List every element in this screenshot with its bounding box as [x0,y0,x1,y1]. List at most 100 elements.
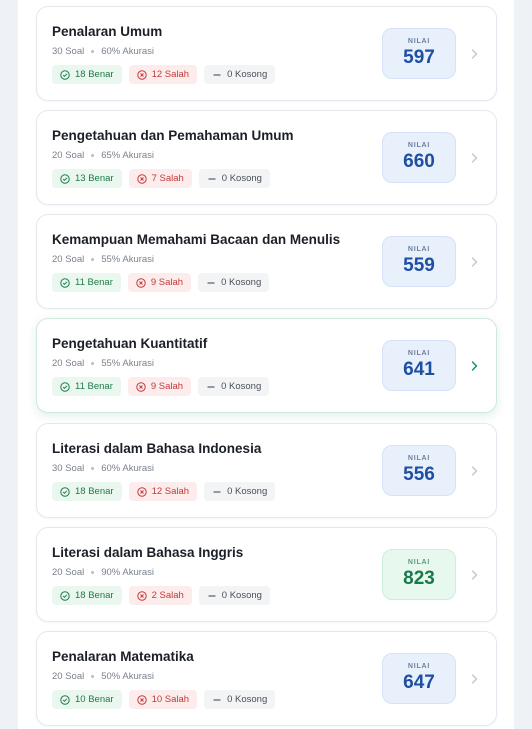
accuracy: 50% Akurasi [101,671,155,682]
correct-badge: 18 Benar [52,482,122,501]
correct-count: 13 Benar [75,173,114,184]
dash-icon [213,73,221,76]
wrong-count: 9 Salah [150,381,184,392]
x-circle-icon [136,381,146,392]
empty-badge: 0 Kosong [198,377,270,396]
subtest-meta: 30 Soal 60% Akurasi [52,46,154,57]
subtest-title: Pengetahuan dan Pemahaman Umum [52,128,294,143]
empty-badge: 0 Kosong [198,273,270,292]
wrong-count: 12 Salah [151,69,190,80]
correct-badge: 11 Benar [52,377,121,396]
separator-dot [91,153,95,157]
score-box: NILAI 641 [382,340,456,391]
correct-count: 10 Benar [75,694,114,705]
score-label: NILAI [407,663,431,670]
score-label: NILAI [407,455,431,462]
subtest-title: Pengetahuan Kuantitatif [52,336,208,351]
chevron-right-icon[interactable] [469,673,479,685]
wrong-badge: 10 Salah [128,690,198,709]
question-count: 30 Soal [52,46,85,57]
wrong-badge: 9 Salah [127,273,192,292]
chevron-right-icon[interactable] [469,48,479,60]
answer-summary: 11 Benar 9 Salah 0 Kosong [52,377,270,396]
x-circle-icon [136,590,147,601]
score-label: NILAI [407,246,431,253]
accuracy: 55% Akurasi [101,358,155,369]
check-circle-icon [60,486,70,497]
subtest-meta: 20 Soal 65% Akurasi [52,150,154,161]
check-circle-icon [60,590,70,601]
subtest-card[interactable]: Penalaran Matematika 20 Soal 50% Akurasi … [36,631,497,726]
answer-summary: 18 Benar 2 Salah 0 Kosong [52,586,270,605]
separator-dot [91,466,95,470]
subtest-meta: 20 Soal 90% Akurasi [52,567,154,578]
subtest-meta: 20 Soal 55% Akurasi [52,254,154,265]
score-value: 556 [403,464,435,485]
correct-badge: 18 Benar [52,586,122,605]
subtest-meta: 20 Soal 55% Akurasi [52,358,154,369]
subtest-card[interactable]: Literasi dalam Bahasa Indonesia 30 Soal 6… [36,423,497,518]
score-box: NILAI 647 [382,653,456,704]
subtest-card[interactable]: Pengetahuan Kuantitatif 20 Soal 55% Akura… [36,318,497,413]
empty-count: 0 Kosong [221,277,262,288]
empty-count: 0 Kosong [221,173,262,184]
separator-dot [91,570,95,574]
score-label: NILAI [407,142,431,149]
wrong-badge: 9 Salah [127,377,192,396]
score-value: 597 [403,47,435,68]
score-value: 559 [403,255,435,276]
wrong-count: 2 Salah [151,590,184,601]
score-value: 647 [403,672,435,693]
x-circle-icon [136,277,146,288]
empty-count: 0 Kosong [227,69,268,80]
x-circle-icon [136,694,147,705]
subtest-card[interactable]: Literasi dalam Bahasa Inggris 20 Soal 90%… [36,527,497,622]
subtest-card[interactable]: Pengetahuan dan Pemahaman Umum 20 Soal 65… [36,110,497,205]
check-circle-icon [60,173,70,184]
chevron-right-icon[interactable] [469,569,479,581]
wrong-count: 9 Salah [150,277,184,288]
subtest-title: Penalaran Umum [52,24,163,39]
x-circle-icon [136,173,147,184]
wrong-badge: 12 Salah [128,65,198,84]
score-label: NILAI [407,559,431,566]
score-value: 641 [403,359,435,380]
dash-icon [208,594,216,597]
score-box: NILAI 823 [382,549,456,600]
check-circle-icon [60,69,70,80]
empty-count: 0 Kosong [221,381,262,392]
accuracy: 65% Akurasi [101,150,155,161]
answer-summary: 18 Benar 12 Salah 0 Kosong [52,482,276,501]
wrong-count: 10 Salah [151,694,190,705]
empty-badge: 0 Kosong [198,169,270,188]
empty-badge: 0 Kosong [204,65,276,84]
subtest-card[interactable]: Penalaran Umum 30 Soal 60% Akurasi 18 Ben… [36,6,497,101]
check-circle-icon [60,277,70,288]
dash-icon [207,281,215,284]
subtest-title: Penalaran Matematika [52,649,194,664]
check-circle-icon [60,381,70,392]
subtest-meta: 20 Soal 50% Akurasi [52,671,154,682]
wrong-badge: 7 Salah [128,169,192,188]
score-box: NILAI 559 [382,236,456,287]
question-count: 20 Soal [52,567,85,578]
correct-count: 18 Benar [75,486,114,497]
separator-dot [91,361,95,365]
correct-count: 18 Benar [75,69,114,80]
score-box: NILAI 660 [382,132,456,183]
chevron-right-icon[interactable] [469,152,479,164]
wrong-badge: 2 Salah [128,586,192,605]
question-count: 20 Soal [52,671,85,682]
chevron-right-icon[interactable] [469,360,479,372]
wrong-count: 12 Salah [151,486,190,497]
correct-count: 11 Benar [75,381,113,392]
answer-summary: 11 Benar 9 Salah 0 Kosong [52,273,270,292]
subtest-title: Literasi dalam Bahasa Indonesia [52,441,262,456]
empty-count: 0 Kosong [221,590,262,601]
separator-dot [91,257,95,261]
chevron-right-icon[interactable] [469,256,479,268]
subtest-card[interactable]: Kemampuan Memahami Bacaan dan Menulis 20… [36,214,497,309]
empty-count: 0 Kosong [227,694,268,705]
chevron-right-icon[interactable] [469,465,479,477]
x-circle-icon [136,486,147,497]
